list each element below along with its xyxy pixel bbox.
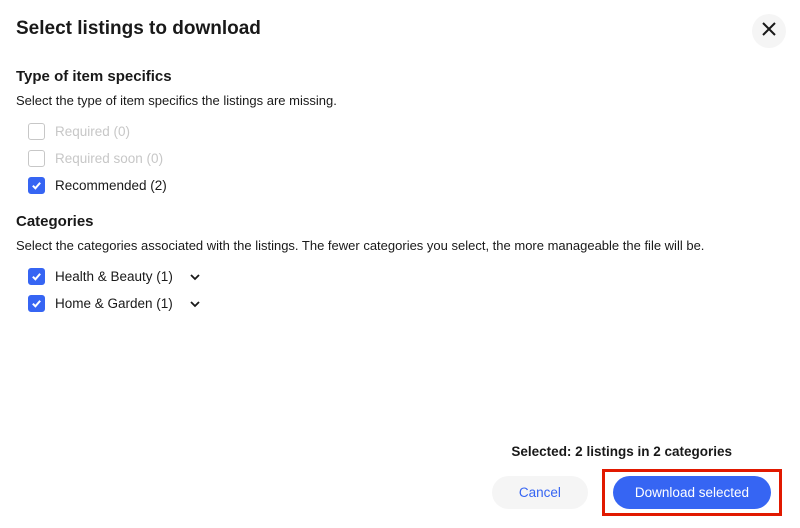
type-heading: Type of item specifics (16, 68, 784, 85)
category-label: Home & Garden (1) (55, 296, 173, 311)
modal-title: Select listings to download (16, 18, 784, 40)
checkbox-unchecked (28, 150, 45, 167)
option-required: Required (0) (16, 118, 784, 145)
category-health-beauty[interactable]: Health & Beauty (1) (16, 263, 784, 290)
checkbox-unchecked (28, 123, 45, 140)
close-icon (761, 21, 777, 42)
modal-footer: Selected: 2 listings in 2 categories Can… (492, 444, 782, 516)
chevron-down-icon[interactable] (189, 271, 201, 283)
chevron-down-icon[interactable] (189, 298, 201, 310)
close-button[interactable] (752, 14, 786, 48)
selected-summary: Selected: 2 listings in 2 categories (511, 444, 782, 459)
categories-heading: Categories (16, 213, 784, 230)
category-home-garden[interactable]: Home & Garden (1) (16, 290, 784, 317)
option-label: Required (0) (55, 124, 130, 139)
checkbox-checked[interactable] (28, 177, 45, 194)
categories-desc: Select the categories associated with th… (16, 238, 784, 253)
option-label: Recommended (2) (55, 178, 167, 193)
type-desc: Select the type of item specifics the li… (16, 93, 784, 108)
download-selected-button[interactable]: Download selected (613, 476, 771, 509)
option-label: Required soon (0) (55, 151, 163, 166)
download-highlight: Download selected (602, 469, 782, 516)
cancel-button[interactable]: Cancel (492, 476, 588, 509)
checkbox-checked[interactable] (28, 295, 45, 312)
button-row: Cancel Download selected (492, 469, 782, 516)
checkbox-checked[interactable] (28, 268, 45, 285)
category-label: Health & Beauty (1) (55, 269, 173, 284)
option-recommended[interactable]: Recommended (2) (16, 172, 784, 199)
option-required-soon: Required soon (0) (16, 145, 784, 172)
